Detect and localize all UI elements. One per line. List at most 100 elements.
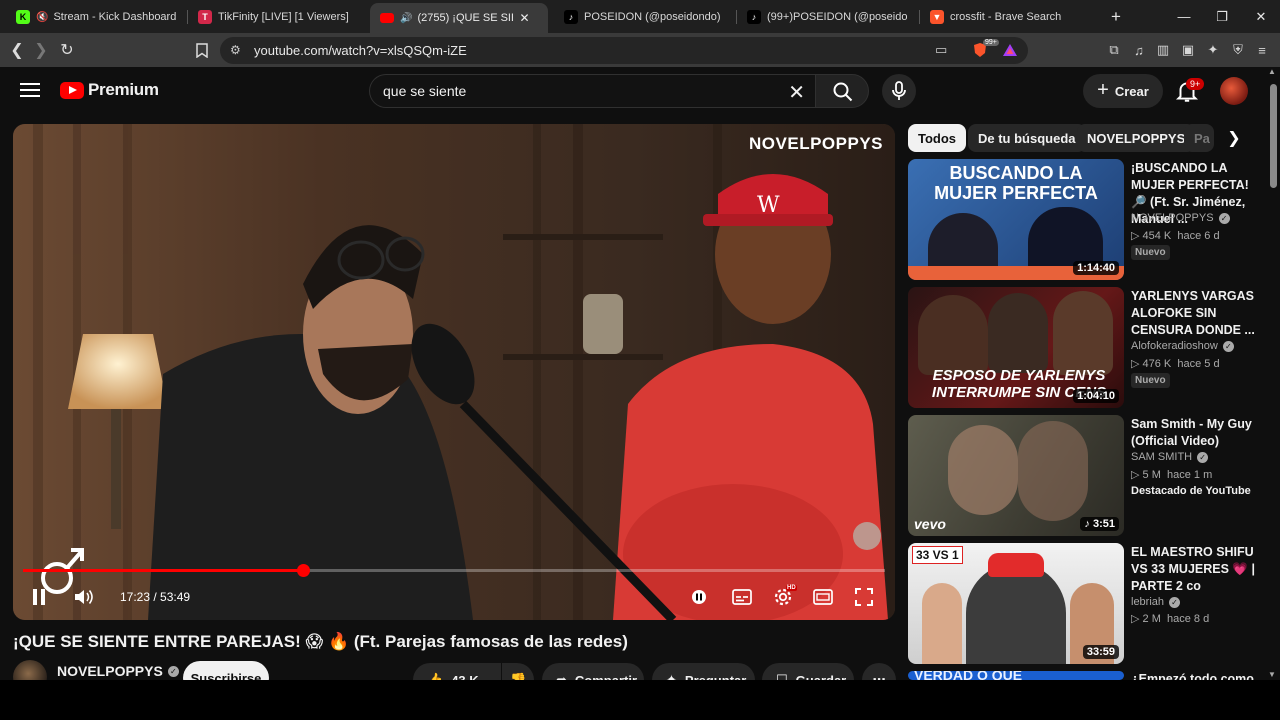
theater-mode-button[interactable] (810, 585, 836, 609)
recommendation-title[interactable]: YARLENYS VARGAS ALOFOKE SIN CENSURA DOND… (1131, 288, 1263, 339)
browser-tab[interactable]: ♪ (99+)POSEIDON (@poseidondo (737, 4, 917, 30)
verified-icon: ✓ (1169, 596, 1181, 608)
browser-tab[interactable]: ▼ crossfit - Brave Search (920, 4, 1100, 30)
duration-badge: 1:04:10 (1073, 389, 1119, 403)
recommendation-thumbnail[interactable]: VERDAD O QUÉ (908, 671, 1124, 680)
recommendation-thumbnail[interactable]: ESPOSO DE YARLENYS INTERRUMPE SIN CENS 1… (908, 287, 1124, 408)
browser-tab[interactable]: ♪ POSEIDON (@poseidondo) is LIV (554, 4, 734, 30)
volume-button[interactable] (71, 585, 97, 609)
chip-all[interactable]: Todos (908, 124, 967, 152)
scrollbar-thumb[interactable] (1270, 84, 1277, 188)
vpn-icon[interactable]: ⛨ (1229, 41, 1247, 59)
theater-mode-icon (813, 589, 833, 605)
recommendation-stats: ▷ 2 M hace 8 d (1131, 612, 1210, 626)
new-tab-icon[interactable]: + (1097, 0, 1135, 33)
recommendation-title[interactable]: ¿Empezó todo como un (1131, 672, 1263, 680)
url-text[interactable]: youtube.com/watch?v=xlsQSQm-iZE (254, 43, 467, 58)
thumbnail-text: VERDAD O QUÉ (914, 671, 1023, 680)
channel-name[interactable]: NOVELPOPPYS ✓ (57, 663, 179, 679)
hamburger-menu-icon[interactable] (18, 79, 42, 103)
tiktok-icon: ♪ (564, 10, 578, 24)
recommendation-thumbnail[interactable]: BUSCANDO LA MUJER PERFECTA 1:14:40 (908, 159, 1124, 280)
youtube-premium-logo[interactable]: Premium (60, 80, 159, 100)
chip-truncated[interactable]: Pa (1184, 124, 1214, 152)
recommendation-thumbnail[interactable]: 33 VS 1 33:59 (908, 543, 1124, 664)
progress-bar[interactable] (23, 564, 885, 577)
brave-search-icon: ▼ (930, 10, 944, 24)
video-title: ¡QUE SE SIENTE ENTRE PAREJAS! 😱 🔥 (Ft. P… (13, 632, 628, 651)
pause-button[interactable] (27, 585, 51, 609)
leo-ai-icon[interactable]: ✦ (1204, 41, 1222, 59)
vevo-logo-text: vevo (914, 516, 946, 532)
verified-icon: ✓ (1222, 340, 1234, 352)
close-tab-icon[interactable]: ✕ (519, 11, 529, 25)
recommendation-title[interactable]: Sam Smith - My Guy (Official Video) (1131, 416, 1263, 450)
recommendation-stats: ▷ 476 K hace 5 d (1131, 357, 1220, 371)
scroll-down-arrow-icon[interactable]: ▼ (1268, 670, 1276, 679)
clear-search-icon[interactable]: ✕ (788, 80, 805, 105)
speaker-icon: 🔊 (400, 12, 413, 24)
recommendation-channel[interactable]: NOVELPOPPYS ✓ (1131, 212, 1230, 224)
menu-icon[interactable]: ≡ (1253, 41, 1271, 59)
browser-tab[interactable]: K 🔇 Stream - Kick Dashboard (6, 4, 186, 30)
restore-icon[interactable]: ❐ (1203, 0, 1241, 33)
chip-from-search[interactable]: De tu búsqueda (968, 124, 1086, 152)
video-frame: W (13, 124, 895, 620)
recommendation-channel[interactable]: lebriah ✓ (1131, 596, 1181, 608)
notification-badge: 9+ (1186, 78, 1205, 90)
search-query[interactable]: que se siente (383, 83, 466, 99)
wallet-icon[interactable]: ▣ (1179, 41, 1197, 59)
recommendation-channel[interactable]: SAM SMITH ✓ (1131, 451, 1209, 463)
microphone-icon (892, 81, 906, 100)
pause-icon (33, 589, 45, 605)
time-display: 17:23 / 53:49 (120, 590, 191, 604)
fullscreen-button[interactable] (851, 585, 877, 609)
autoplay-toggle[interactable] (689, 585, 709, 609)
account-avatar[interactable] (1220, 77, 1248, 105)
chip-channel[interactable]: NOVELPOPPYS (1077, 124, 1196, 152)
recommendation-thumbnail[interactable]: vevo ♪ 3:51 (908, 415, 1124, 536)
tikfinity-icon: T (198, 10, 212, 24)
forward-icon[interactable]: ❯ (29, 38, 53, 62)
thumbnail-text: 33 VS 1 (912, 546, 963, 564)
reload-icon[interactable]: ↻ (55, 38, 79, 62)
video-player[interactable]: W NOVELPOPPYS 17:23 / 53:49 HD (13, 124, 895, 620)
subtitles-button[interactable] (729, 585, 755, 609)
site-info-icon[interactable]: ⚙ (230, 43, 241, 57)
back-icon[interactable]: ❮ (5, 38, 29, 62)
volume-icon (75, 590, 93, 604)
chevron-right-icon[interactable]: ❯ (1222, 126, 1246, 150)
window-close-icon[interactable]: ✕ (1242, 0, 1280, 33)
browser-tab-active[interactable]: 🔊 (2755) ¡QUE SE SIENTE E ✕ (370, 3, 548, 33)
sidebar-icon[interactable]: ▥ (1154, 41, 1172, 59)
brave-rewards-icon[interactable] (1002, 42, 1018, 58)
recommendation-title[interactable]: EL MAESTRO SHIFU VS 33 MUJERES 💗 | PARTE… (1131, 544, 1263, 595)
tiktok-icon: ♪ (747, 10, 761, 24)
verified-icon: ✓ (1197, 451, 1209, 463)
bookmark-icon[interactable] (190, 38, 214, 62)
muted-speaker-icon: 🔇 (36, 11, 49, 23)
address-bar[interactable]: ⚙ youtube.com/watch?v=xlsQSQm-iZE ▭ 99+ (220, 37, 1028, 64)
new-badge: Nuevo (1131, 373, 1170, 388)
extensions-icon[interactable]: ⧉ (1105, 41, 1123, 59)
search-input[interactable]: que se siente ✕ (369, 74, 815, 108)
hd-badge: HD (786, 585, 797, 591)
kick-icon: K (16, 10, 30, 24)
new-badge: Nuevo (1131, 245, 1170, 260)
verified-icon: ✓ (167, 665, 179, 677)
featured-badge: Destacado de YouTube (1131, 485, 1251, 497)
settings-button[interactable]: HD (770, 585, 797, 609)
duration-badge: 33:59 (1082, 645, 1119, 659)
browser-tab[interactable]: T TikFinity [LIVE] [1 Viewers] (188, 4, 368, 30)
search-button[interactable] (815, 74, 869, 108)
plus-icon: + (1097, 78, 1109, 101)
create-button[interactable]: + Crear (1083, 74, 1163, 108)
media-icon[interactable]: ♫ (1130, 41, 1148, 59)
voice-search-button[interactable] (882, 74, 916, 108)
youtube-header: Premium que se siente ✕ + Crear 9+ (0, 67, 1280, 115)
scroll-up-arrow-icon[interactable]: ▲ (1268, 67, 1276, 76)
minimize-icon[interactable]: — (1165, 0, 1203, 33)
recommendation-channel[interactable]: Alofokeradioshow ✓ (1131, 340, 1234, 352)
cast-icon[interactable]: ▭ (935, 42, 947, 58)
svg-text:W: W (757, 193, 780, 218)
